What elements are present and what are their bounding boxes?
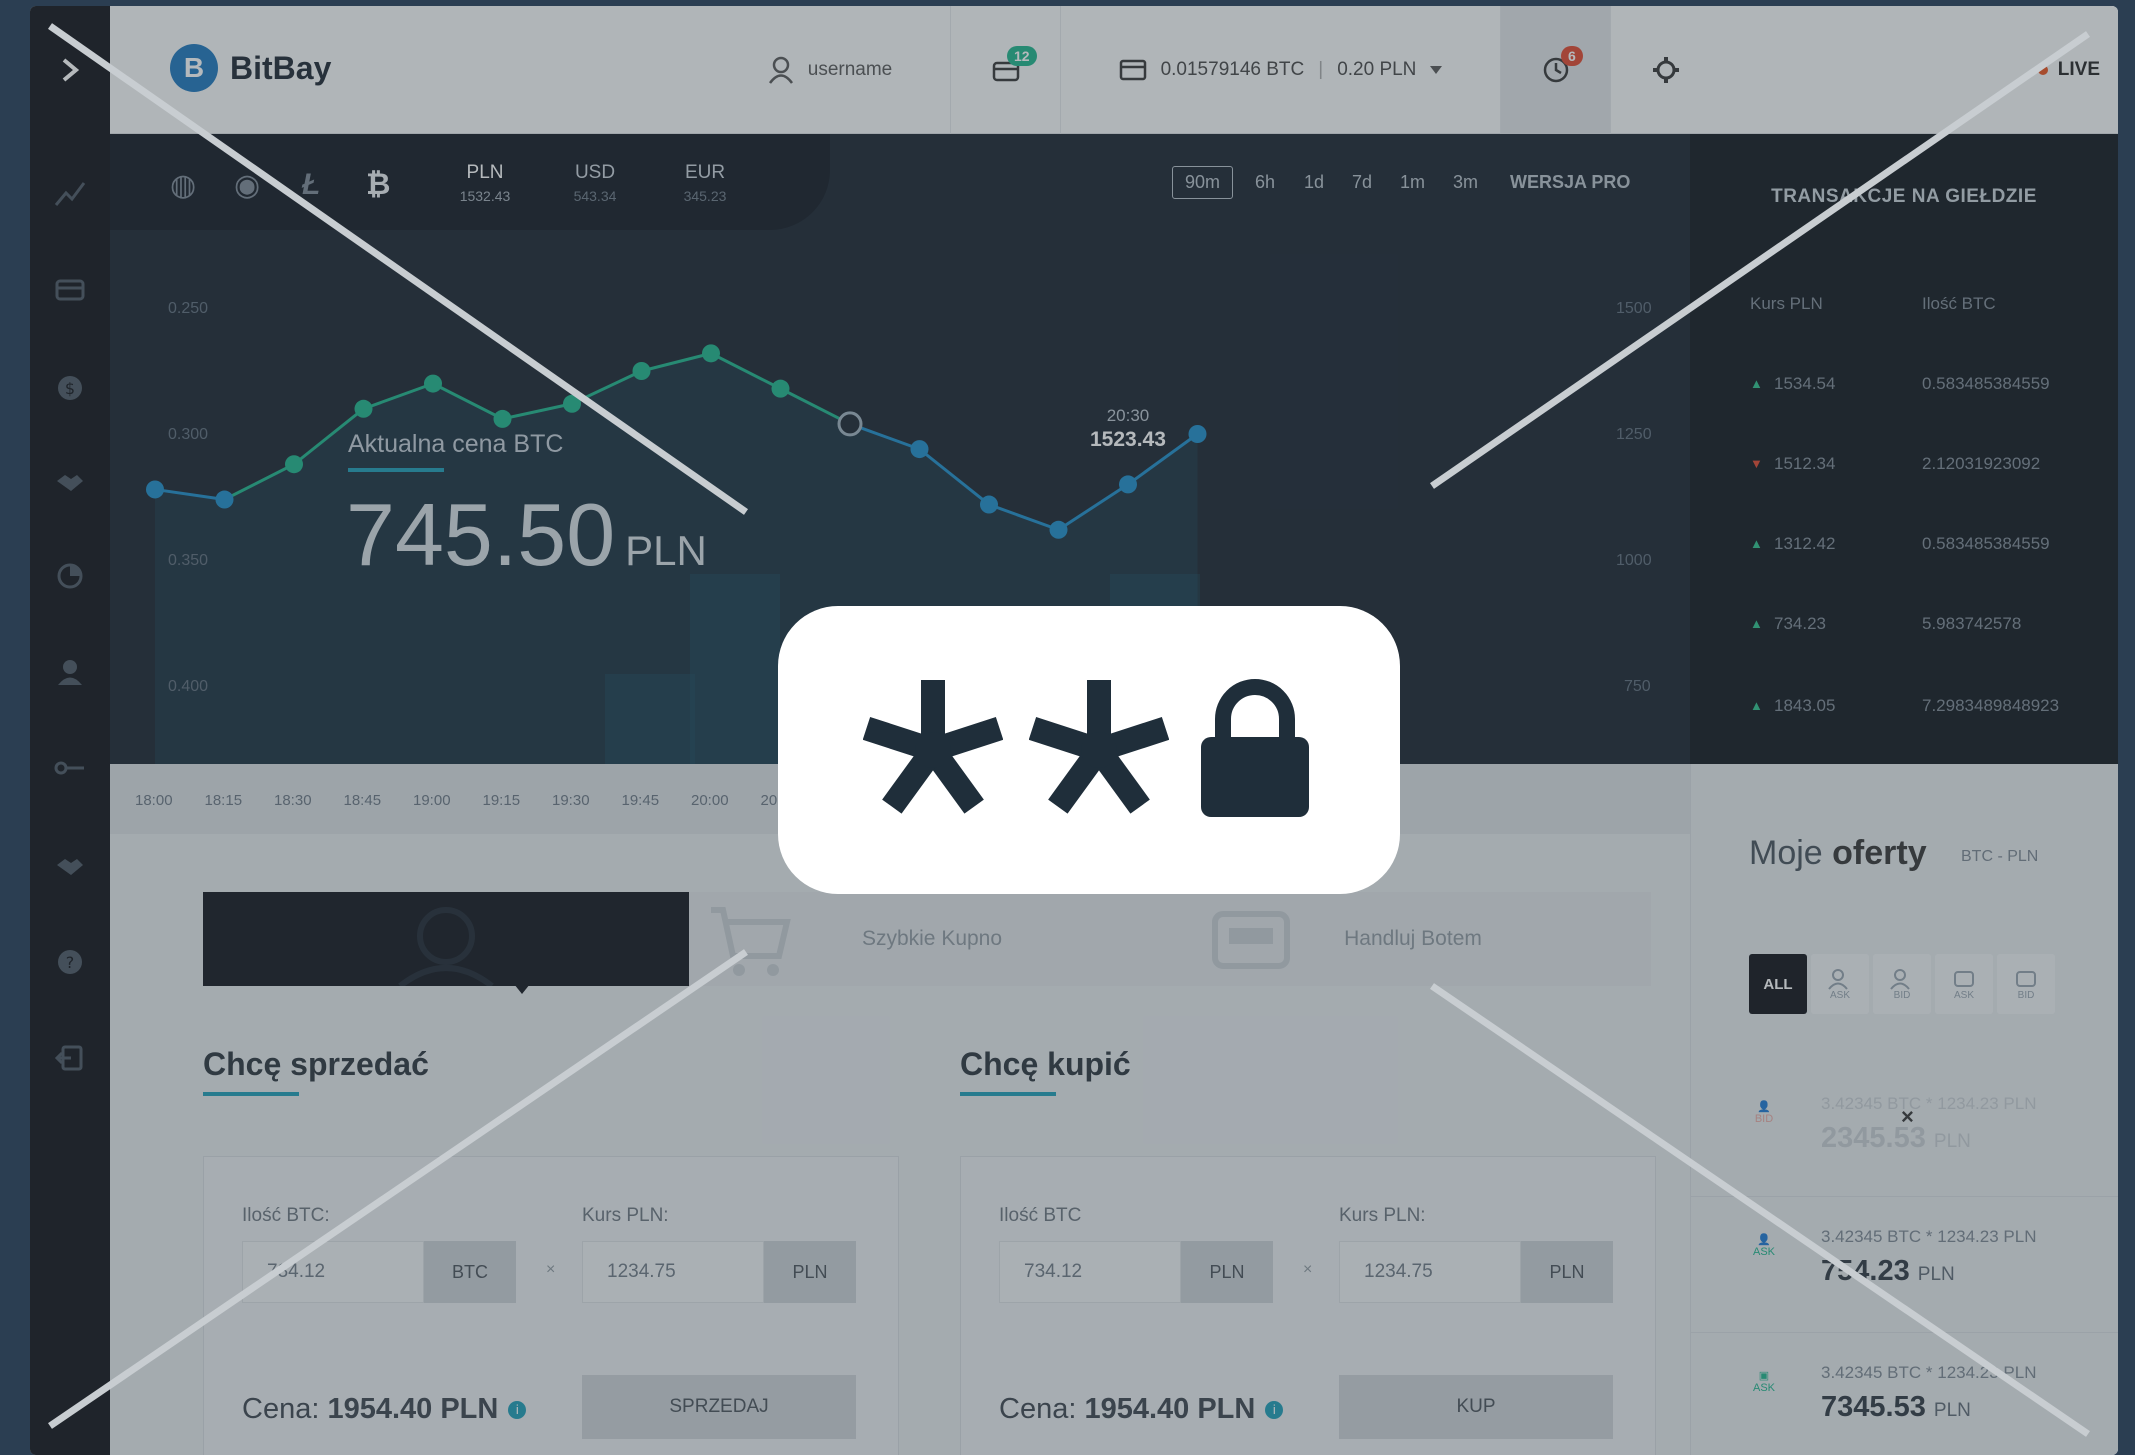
- password-lock-badge: [778, 606, 1400, 894]
- lock-icon: [1201, 679, 1309, 817]
- asterisk-icon: [863, 680, 1003, 814]
- asterisk-icon: [1029, 680, 1169, 814]
- app-window: $ ? B BitBay username 12 0.01579146 BTC …: [30, 6, 2118, 1455]
